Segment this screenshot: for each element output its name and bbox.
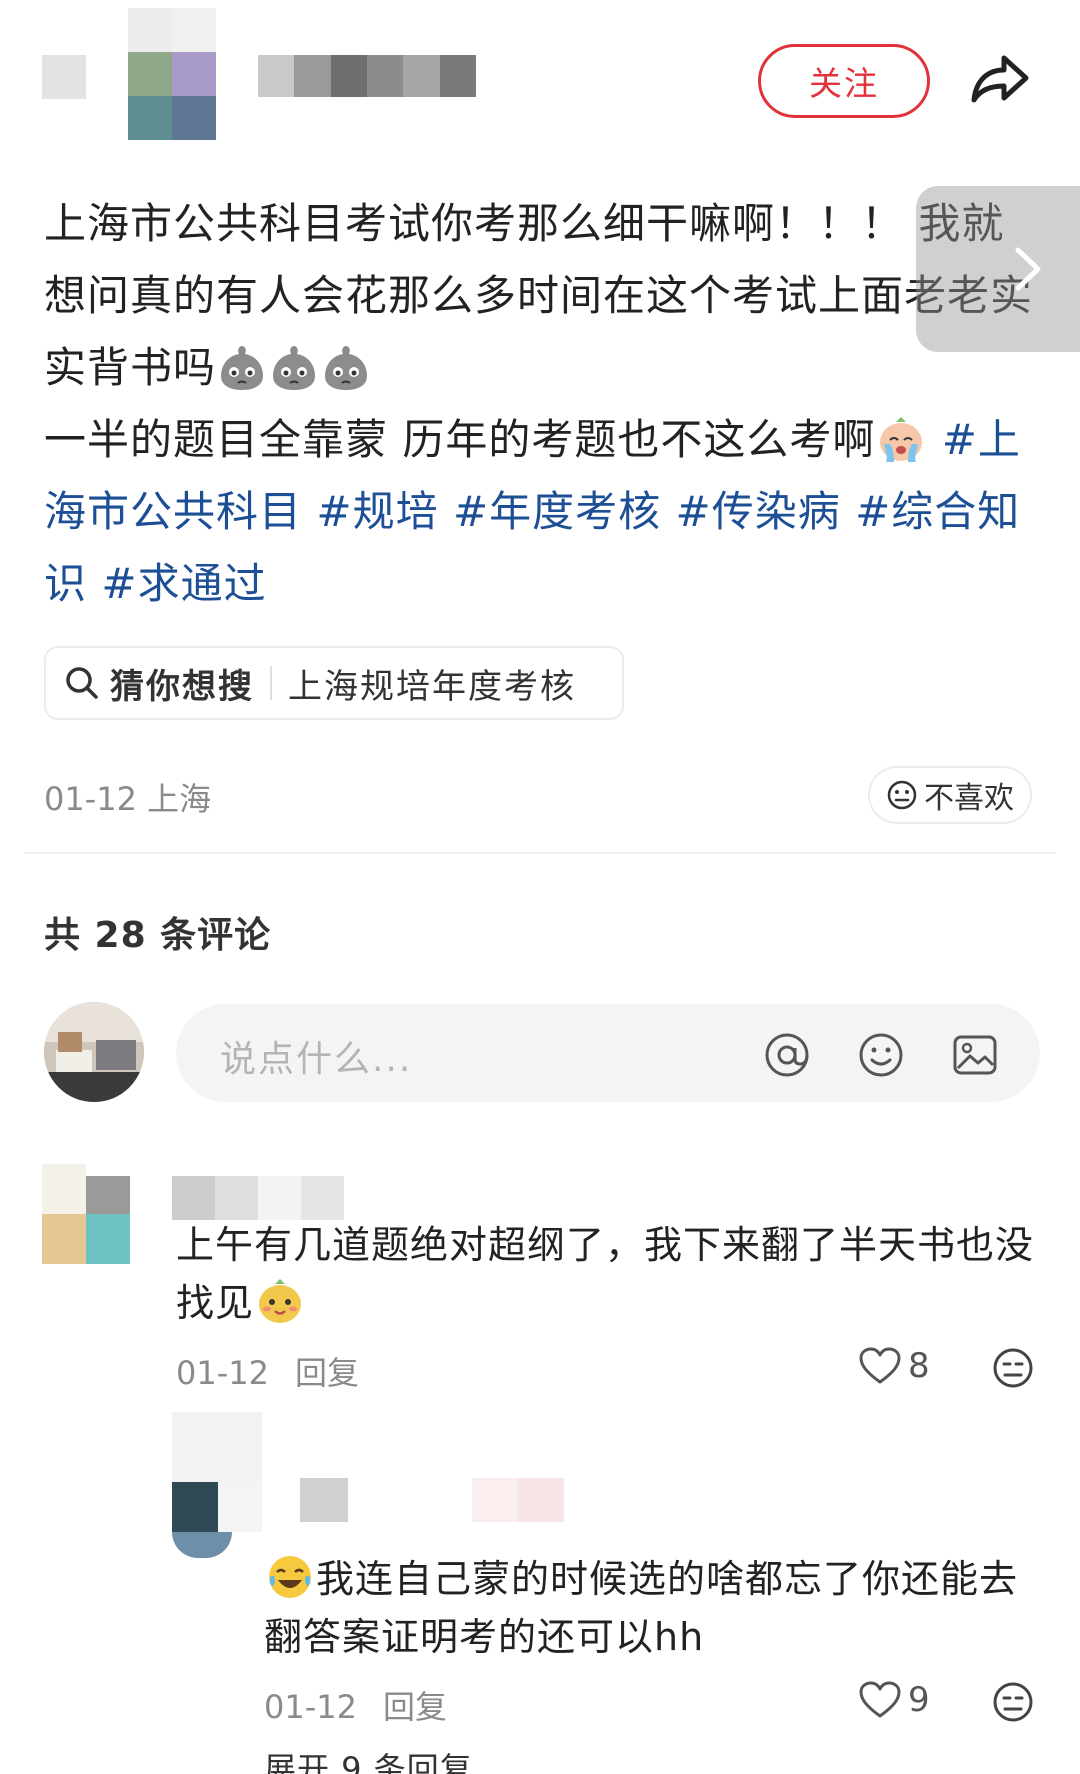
crying-emoji-icon [876, 414, 926, 464]
comment-count: 共 28 条评论 [44, 915, 272, 956]
neutral-face-icon [887, 780, 917, 810]
dislike-button[interactable]: 不喜欢 [868, 766, 1032, 824]
comment-input[interactable]: 说点什么... [176, 1004, 1040, 1102]
comment-date: 01-12 [176, 1354, 269, 1392]
current-user-avatar[interactable] [44, 1002, 144, 1102]
search-suggestion-chip[interactable]: 猜你想搜 上海规培年度考核 [44, 646, 624, 720]
post-text-2: 一半的题目全靠蒙 历年的考题也不这么考啊 [44, 415, 876, 464]
comment-text-line: 上午有几道题绝对超纲了，我下来翻了半天书也没 [176, 1223, 1035, 1267]
commenter-name-blurred[interactable] [172, 1176, 344, 1220]
author-avatar[interactable] [128, 8, 216, 140]
reply-target-blurred [472, 1478, 564, 1522]
hashtag-link[interactable]: #年度考核 [453, 487, 661, 536]
divider [270, 666, 272, 700]
author-name-blurred[interactable] [258, 55, 476, 97]
follow-button[interactable]: 关注 [758, 44, 930, 118]
reply-meta: 01-12 回复 [264, 1682, 447, 1728]
share-arrow-icon[interactable] [966, 50, 1032, 110]
dislike-label: 不喜欢 [924, 781, 1014, 816]
emoji-smile-icon[interactable] [856, 1030, 906, 1080]
back-button-blurred[interactable] [42, 55, 86, 99]
like-button[interactable]: 9 [858, 1680, 930, 1720]
reply-text-line: 翻答案证明考的还可以hh [264, 1615, 705, 1659]
replier-avatar[interactable] [172, 1412, 262, 1558]
reply-text-line: 我连自己蒙的时候选的啥都忘了你还能去 [264, 1550, 1044, 1608]
reply-button[interactable]: 回复 [295, 1354, 359, 1392]
comment-text: 上午有几道题绝对超纲了，我下来翻了半天书也没 找见 [176, 1216, 1036, 1332]
mention-at-icon[interactable] [762, 1030, 812, 1080]
next-image-button[interactable] [916, 186, 1080, 352]
post-paragraph-2: 一半的题目全靠蒙 历年的考题也不这么考啊 #上海市公共科目 #规培 #年度考核 … [44, 404, 1034, 620]
sad-blob-emoji-icon [217, 342, 267, 392]
reply-button[interactable]: 回复 [383, 1688, 447, 1726]
post-text-1: 上海市公共科目考试你考那么细干嘛啊！！！ 我就想问真的有人会花那么多时间在这个考… [44, 199, 1034, 392]
comment-text-line: 找见 [176, 1274, 1036, 1332]
post-paragraph-1: 上海市公共科目考试你考那么细干嘛啊！！！ 我就想问真的有人会花那么多时间在这个考… [44, 188, 1034, 404]
search-suggestion-label: 猜你想搜 [110, 666, 254, 707]
chevron-right-icon [1015, 247, 1041, 291]
comment-meta: 01-12 回复 [176, 1348, 359, 1394]
like-button[interactable]: 8 [858, 1346, 930, 1386]
reply-date: 01-12 [264, 1688, 357, 1726]
sad-blob-emoji-icon [321, 342, 371, 392]
top-bar: 关注 [0, 0, 1080, 165]
hashtag-link[interactable]: #求通过 [101, 559, 266, 608]
smiling-blob-emoji-icon [255, 1276, 305, 1326]
sad-blob-emoji-icon [269, 342, 319, 392]
neutral-face-icon[interactable] [991, 1680, 1035, 1724]
like-count: 9 [908, 1680, 930, 1720]
laughing-tears-emoji-icon [265, 1552, 315, 1602]
image-upload-icon[interactable] [950, 1030, 1000, 1080]
section-divider [24, 852, 1056, 854]
hashtag-link[interactable]: #规培 [316, 487, 438, 536]
post-body: 上海市公共科目考试你考那么细干嘛啊！！！ 我就想问真的有人会花那么多时间在这个考… [44, 188, 1034, 620]
heart-icon [859, 1681, 901, 1718]
neutral-face-icon[interactable] [991, 1346, 1035, 1390]
heart-icon [859, 1347, 901, 1384]
search-suggestion-query: 上海规培年度考核 [288, 666, 576, 707]
commenter-avatar[interactable] [42, 1164, 130, 1264]
search-icon [66, 667, 98, 699]
replier-name-blurred[interactable] [300, 1478, 348, 1522]
expand-replies-link[interactable]: 展开 9 条回复 [264, 1744, 473, 1774]
hashtag-link[interactable]: #传染病 [676, 487, 841, 536]
like-count: 8 [908, 1346, 930, 1386]
comment-input-placeholder: 说点什么... [220, 1039, 413, 1080]
post-date-location: 01-12 上海 [44, 780, 212, 818]
reply-text: 我连自己蒙的时候选的啥都忘了你还能去 翻答案证明考的还可以hh [264, 1550, 1044, 1666]
